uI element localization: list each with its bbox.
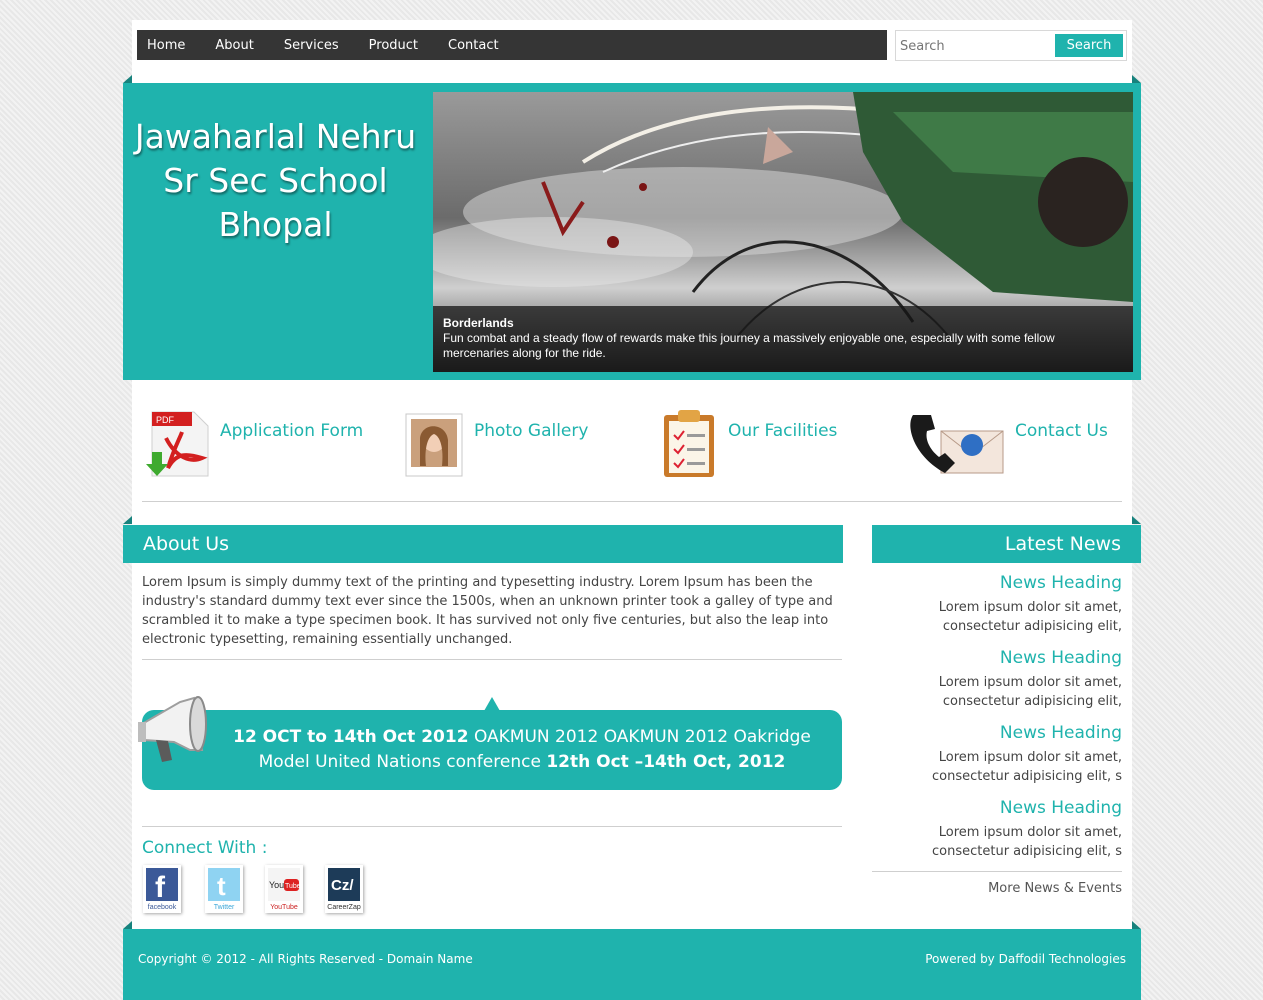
svg-text:Cz/: Cz/ xyxy=(331,877,354,894)
announcement-text: OAKMUN 2012 OAKMUN 2012 Oakridge xyxy=(468,727,811,747)
svg-text:f: f xyxy=(155,871,166,901)
twitter-label: Twitter xyxy=(213,904,235,911)
news-text-line: consectetur adipisicing elit, xyxy=(942,619,1122,634)
ribbon-fold-right xyxy=(1132,921,1141,929)
careerzap-label: CareerZap xyxy=(327,904,361,911)
divider xyxy=(142,659,842,660)
search-button[interactable]: Search xyxy=(1055,34,1123,57)
news-text: Lorem ipsum dolor sit amet, consectetur … xyxy=(892,598,1122,636)
youtube-label: YouTube xyxy=(270,904,298,911)
news-heading[interactable]: News Heading xyxy=(1000,648,1122,668)
facebook-label: facebook xyxy=(147,904,177,911)
clipboard-checklist-icon xyxy=(664,409,714,477)
search-input[interactable] xyxy=(900,35,1055,57)
news-text-line: Lorem ipsum dolor sit amet, xyxy=(938,675,1122,690)
news-text: Lorem ipsum dolor sit amet, consectetur … xyxy=(892,748,1122,786)
divider xyxy=(142,826,842,827)
youtube-link[interactable]: You Tube YouTube xyxy=(265,865,303,913)
news-text-line: consectetur adipisicing elit, xyxy=(942,694,1122,709)
nav-product[interactable]: Product xyxy=(359,38,428,53)
announcement-date: 12th Oct –14th Oct, 2012 xyxy=(546,752,786,772)
facebook-icon: f xyxy=(146,868,178,904)
news-text-line: Lorem ipsum dolor sit amet, xyxy=(938,825,1122,840)
slide-caption: Borderlands Fun combat and a steady flow… xyxy=(433,306,1133,372)
svg-text:t: t xyxy=(217,871,226,901)
quicklink-label: Our Facilities xyxy=(728,420,838,441)
ribbon-fold-right xyxy=(1132,75,1141,83)
svg-text:Tube: Tube xyxy=(285,883,300,890)
megaphone-icon xyxy=(138,696,207,762)
school-name: Jawaharlal Nehru Sr Sec School Bhopal xyxy=(123,115,428,247)
search-box: Search xyxy=(895,30,1127,61)
ribbon-fold-left xyxy=(123,921,132,929)
ribbon-fold-left xyxy=(123,75,132,83)
pdf-download-icon: PDF xyxy=(146,411,209,476)
news-text: Lorem ipsum dolor sit amet, consectetur … xyxy=(892,673,1122,711)
youtube-icon: You Tube xyxy=(268,868,301,901)
nav-about[interactable]: About xyxy=(205,38,263,53)
nav-home[interactable]: Home xyxy=(137,38,195,53)
divider xyxy=(872,871,1122,872)
quicklink-application-form[interactable]: PDF Application Form xyxy=(146,405,363,480)
announcement-date: 12 OCT to 14th Oct 2012 xyxy=(233,727,469,747)
announcement-line: Model United Nations conference 12th Oct… xyxy=(202,750,842,775)
school-name-line: Jawaharlal Nehru xyxy=(134,117,417,156)
photo-icon xyxy=(405,413,463,476)
quicklink-label: Contact Us xyxy=(1015,420,1108,441)
about-heading-bar: About Us xyxy=(123,525,843,563)
announcement-banner: 12 OCT to 14th Oct 2012 OAKMUN 2012 OAKM… xyxy=(142,710,842,790)
twitter-icon: t xyxy=(208,868,240,901)
careerzap-icon: Cz/ xyxy=(328,868,360,901)
news-text-line: consectetur adipisicing elit, s xyxy=(932,844,1122,859)
quicklink-label: Photo Gallery xyxy=(474,420,589,441)
news-heading[interactable]: News Heading xyxy=(1000,573,1122,593)
ribbon-fold-right xyxy=(1132,516,1141,524)
quicklink-label: Application Form xyxy=(220,420,364,441)
news-heading[interactable]: News Heading xyxy=(1000,723,1122,743)
footer-powered-by[interactable]: Powered by Daffodil Technologies xyxy=(925,952,1126,966)
connect-heading: Connect With : xyxy=(142,838,268,858)
nav-contact[interactable]: Contact xyxy=(438,38,509,53)
phone-mail-icon xyxy=(910,414,1004,473)
news-section-heading: Latest News xyxy=(1004,533,1121,555)
news-text: Lorem ipsum dolor sit amet, consectetur … xyxy=(892,823,1122,861)
ribbon-fold-left xyxy=(123,516,132,524)
school-name-line: Bhopal xyxy=(218,205,333,244)
quicklink-our-facilities[interactable]: Our Facilities xyxy=(660,405,837,480)
slide-text: Fun combat and a steady flow of rewards … xyxy=(443,331,1055,360)
news-heading-bar: Latest News xyxy=(872,525,1141,563)
slide-title: Borderlands xyxy=(443,316,514,330)
nav-services[interactable]: Services xyxy=(274,38,349,53)
announcement-line: 12 OCT to 14th Oct 2012 OAKMUN 2012 OAKM… xyxy=(202,725,842,750)
banner-slideshow[interactable]: Borderlands Fun combat and a steady flow… xyxy=(433,92,1133,372)
quicklink-photo-gallery[interactable]: Photo Gallery xyxy=(402,405,588,480)
quicklink-contact-us[interactable]: Contact Us xyxy=(905,405,1108,480)
announcement-text: Model United Nations conference xyxy=(258,752,547,772)
footer-copyright: Copyright © 2012 - All Rights Reserved -… xyxy=(138,952,473,966)
twitter-link[interactable]: t Twitter xyxy=(205,865,243,913)
announcement-notch xyxy=(484,697,500,711)
more-news-link[interactable]: More News & Events xyxy=(988,881,1122,896)
news-heading[interactable]: News Heading xyxy=(1000,798,1122,818)
about-text: Lorem Ipsum is simply dummy text of the … xyxy=(142,575,833,647)
news-text-line: Lorem ipsum dolor sit amet, xyxy=(938,600,1122,615)
svg-text:PDF: PDF xyxy=(156,415,175,425)
news-text-line: consectetur adipisicing elit, s xyxy=(932,769,1122,784)
footer: Copyright © 2012 - All Rights Reserved -… xyxy=(123,929,1141,1000)
facebook-link[interactable]: f facebook xyxy=(143,865,181,913)
svg-text:You: You xyxy=(269,880,284,890)
about-heading: About Us xyxy=(143,533,230,555)
school-name-line: Sr Sec School xyxy=(163,161,388,200)
careerzap-link[interactable]: Cz/ CareerZap xyxy=(325,865,363,913)
news-text-line: Lorem ipsum dolor sit amet, xyxy=(938,750,1122,765)
main-nav: Home About Services Product Contact xyxy=(137,30,887,60)
divider xyxy=(142,501,1122,502)
